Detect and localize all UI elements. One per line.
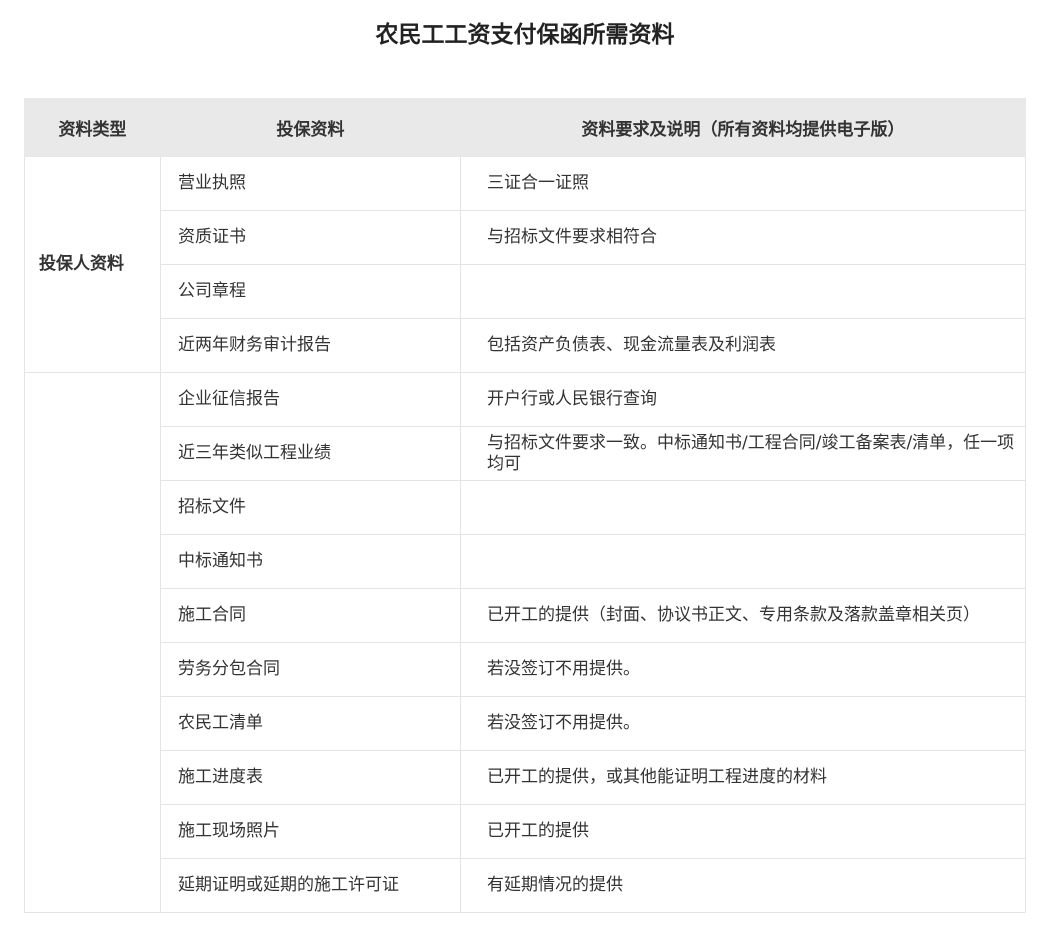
material-cell: 公司章程 [160,264,461,319]
table-row: 施工进度表 已开工的提供，或其他能证明工程进度的材料 [25,750,1026,805]
table-row: 公司章程 [25,264,1026,319]
requirement-cell [460,264,1026,319]
material-cell: 劳务分包合同 [160,642,461,697]
material-cell: 资质证书 [160,210,461,265]
table-row: 农民工清单 若没签订不用提供。 [25,696,1026,751]
material-cell: 农民工清单 [160,696,461,751]
material-cell: 延期证明或延期的施工许可证 [160,858,461,913]
table-row: 施工合同 已开工的提供（封面、协议书正文、专用条款及落款盖章相关页） [25,588,1026,643]
page-title: 农民工工资支付保函所需资料 [375,22,675,48]
table-row: 中标通知书 [25,534,1026,589]
requirement-cell: 开户行或人民银行查询 [460,372,1026,427]
header-type: 资料类型 [24,98,161,157]
requirement-cell [460,480,1026,535]
requirement-cell: 与招标文件要求一致。中标通知书/工程合同/竣工备案表/清单，任一项均可 [460,426,1026,481]
table-row: 资质证书 与招标文件要求相符合 [25,210,1026,265]
table-row: 近三年类似工程业绩 与招标文件要求一致。中标通知书/工程合同/竣工备案表/清单，… [25,426,1026,481]
table-row: 投保人资料 营业执照 三证合一证照 [24,156,1026,373]
table-header-row: 资料类型 投保资料 资料要求及说明（所有资料均提供电子版） [24,98,1026,157]
material-cell: 施工进度表 [160,750,461,805]
category-cell: 投保人资料 [24,156,161,373]
table-row: 企业征信报告 开户行或人民银行查询 [24,372,1026,913]
requirement-cell: 已开工的提供 [460,804,1026,859]
requirement-cell: 若没签订不用提供。 [460,642,1026,697]
material-cell: 企业征信报告 [160,372,461,427]
material-cell: 近三年类似工程业绩 [160,426,461,481]
requirement-cell: 已开工的提供（封面、协议书正文、专用条款及落款盖章相关页） [460,588,1026,643]
requirement-cell: 包括资产负债表、现金流量表及利润表 [460,318,1026,373]
requirement-cell: 已开工的提供，或其他能证明工程进度的材料 [460,750,1026,805]
table-row: 施工现场照片 已开工的提供 [25,804,1026,859]
material-cell: 施工合同 [160,588,461,643]
material-cell: 中标通知书 [160,534,461,589]
header-material: 投保资料 [160,98,461,157]
requirement-cell: 三证合一证照 [460,156,1026,211]
material-cell: 营业执照 [160,156,461,211]
material-cell: 施工现场照片 [160,804,461,859]
table-row: 延期证明或延期的施工许可证 有延期情况的提供 [25,858,1026,913]
table-row: 近两年财务审计报告 包括资产负债表、现金流量表及利润表 [25,318,1026,373]
header-requirement: 资料要求及说明（所有资料均提供电子版） [460,98,1026,157]
material-cell: 近两年财务审计报告 [160,318,461,373]
requirement-cell: 与招标文件要求相符合 [460,210,1026,265]
table-row: 招标文件 [25,480,1026,535]
table-row: 劳务分包合同 若没签订不用提供。 [25,642,1026,697]
requirements-table: 资料类型 投保资料 资料要求及说明（所有资料均提供电子版） 投保人资料 营业执照… [24,98,1026,913]
requirement-cell: 若没签订不用提供。 [460,696,1026,751]
material-cell: 招标文件 [160,480,461,535]
requirement-cell: 有延期情况的提供 [460,858,1026,913]
requirement-cell [460,534,1026,589]
category-cell [24,372,161,913]
